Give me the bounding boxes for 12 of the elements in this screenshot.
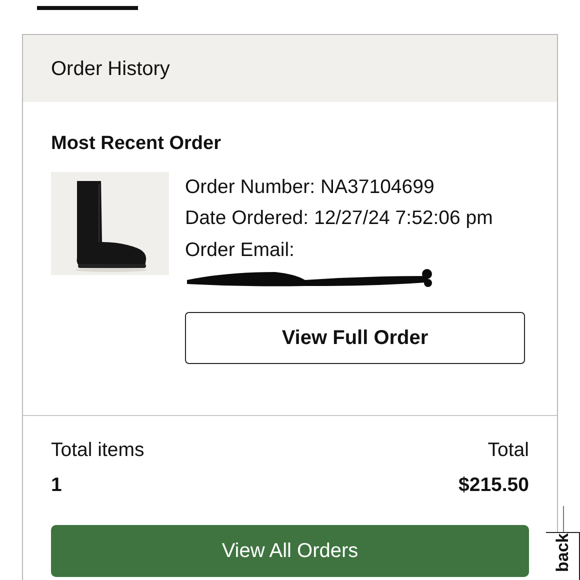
order-detail: Date Ordered: 12/27/24 7:52:06 pm xyxy=(185,206,494,231)
total-items-label: Total items xyxy=(51,438,144,463)
feedback-tab[interactable]: back xyxy=(546,532,580,580)
order-detail: Order Number: NA37104699 xyxy=(185,174,436,200)
total-label: Total xyxy=(488,438,529,463)
view-full-order-button[interactable]: View Full Order xyxy=(185,312,525,364)
view-all-orders-button[interactable]: View All Orders xyxy=(51,524,529,576)
total-items-value: 1 xyxy=(51,473,62,498)
card-title: Order History xyxy=(51,56,170,82)
section-heading: Most Recent Order xyxy=(51,132,222,156)
total-value: $215.50 xyxy=(458,473,529,498)
order-detail: Order Email: xyxy=(185,238,296,262)
